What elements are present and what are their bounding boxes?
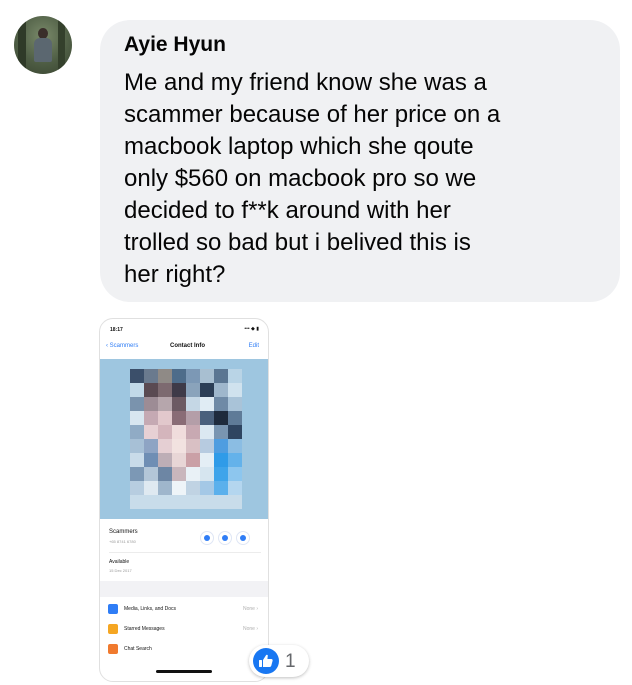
starred-messages-row[interactable]: Starred Messages None › (100, 619, 268, 639)
media-links-docs-row[interactable]: Media, Links, and Docs None › (100, 599, 268, 619)
like-icon (253, 648, 279, 674)
phone-icon[interactable] (236, 531, 250, 545)
media-icon (108, 604, 118, 614)
comment-text: Me and my friend know she was a scammer … (124, 69, 501, 288)
row-label: Media, Links, and Docs (124, 606, 176, 612)
availability-status: Available (109, 559, 130, 565)
contact-name: Scammers (109, 529, 138, 535)
reaction-count-pill[interactable]: 1 (249, 645, 309, 677)
avatar-tree (58, 16, 65, 74)
contact-nav-bar: ‹ Scammers Contact Info Edit (100, 337, 268, 357)
video-icon[interactable] (218, 531, 232, 545)
avatar[interactable] (14, 16, 72, 74)
edit-link: Edit (248, 343, 259, 349)
attached-screenshot[interactable]: 18:17 ••• ◆ ▮ ‹ Scammers Contact Info Ed… (99, 318, 269, 682)
row-value: None › (242, 606, 258, 612)
chat-search-row[interactable]: Chat Search (100, 639, 268, 659)
message-icon[interactable] (200, 531, 214, 545)
divider (109, 552, 261, 553)
availability-date: 15 Dec 2017 (109, 568, 132, 573)
section-gap (100, 581, 268, 597)
row-label: Chat Search (124, 646, 152, 652)
status-time: 18:17 (110, 327, 123, 333)
back-link: ‹ Scammers (106, 343, 139, 349)
reaction-count: 1 (285, 651, 296, 672)
contact-info-title: Contact Info (170, 343, 205, 349)
search-icon (108, 644, 118, 654)
comment-author[interactable]: Ayie Hyun (124, 33, 226, 57)
row-value: None › (242, 626, 258, 632)
avatar-figure-body (34, 38, 52, 62)
row-label: Starred Messages (124, 626, 165, 632)
status-icons: ••• ◆ ▮ (244, 326, 259, 332)
pixelated-profile-photo (100, 359, 268, 519)
home-indicator (156, 670, 212, 673)
contact-phone: +65 8741 6780 (109, 539, 136, 544)
star-icon (108, 624, 118, 634)
avatar-tree (18, 18, 26, 72)
